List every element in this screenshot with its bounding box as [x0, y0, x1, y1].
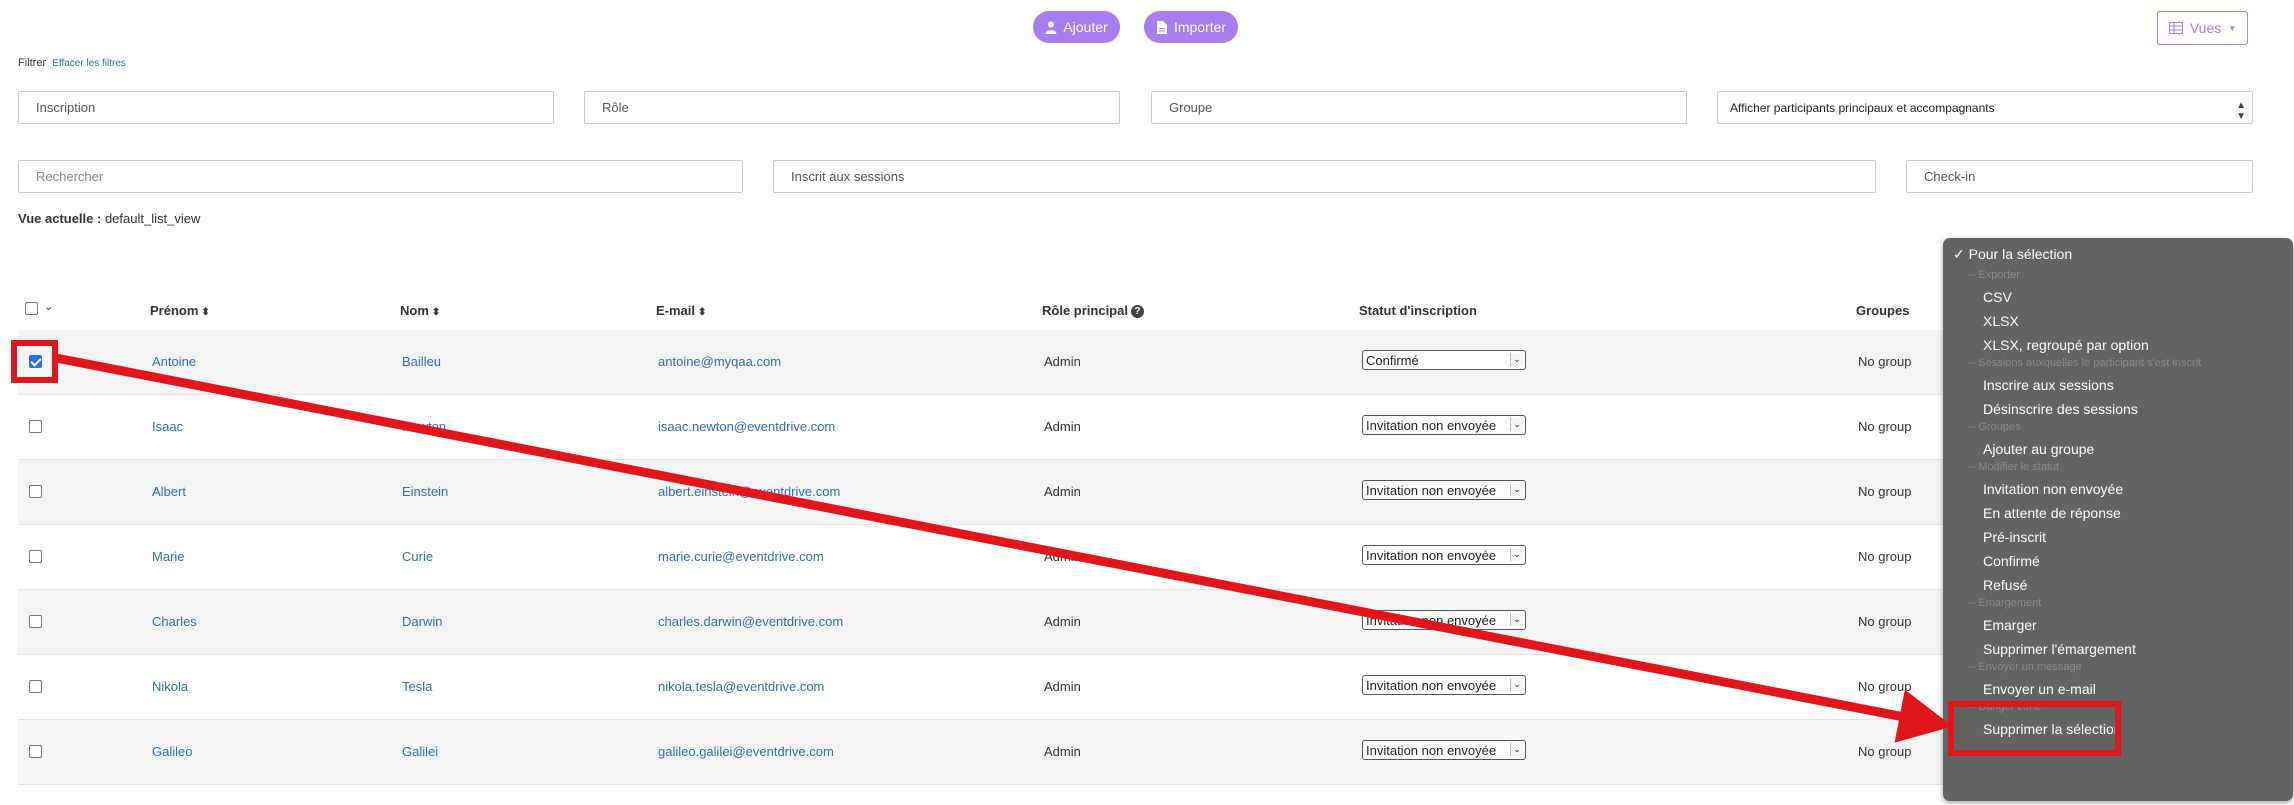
annotation-arrow — [55, 353, 1953, 743]
